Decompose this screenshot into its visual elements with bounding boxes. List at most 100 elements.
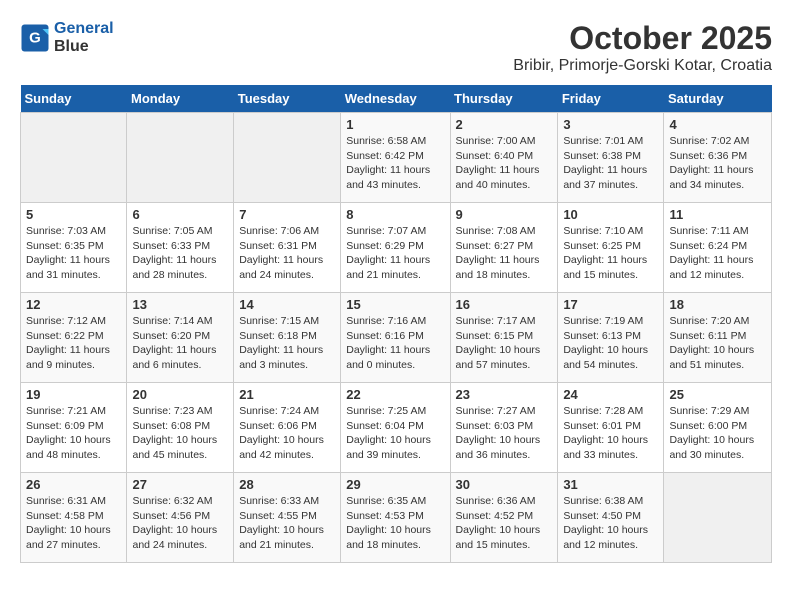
- day-detail: Sunrise: 7:21 AM Sunset: 6:09 PM Dayligh…: [26, 404, 121, 463]
- day-number: 20: [132, 387, 228, 402]
- day-number: 13: [132, 297, 228, 312]
- calendar-cell: 16Sunrise: 7:17 AM Sunset: 6:15 PM Dayli…: [450, 293, 558, 383]
- title-block: October 2025 Bribir, Primorje-Gorski Kot…: [513, 20, 772, 75]
- calendar-cell: 4Sunrise: 7:02 AM Sunset: 6:36 PM Daylig…: [664, 113, 772, 203]
- calendar-cell: 30Sunrise: 6:36 AM Sunset: 4:52 PM Dayli…: [450, 473, 558, 563]
- calendar-cell: 6 Sunrise: 7:05 AM Sunset: 6:33 PM Daylig…: [127, 203, 234, 293]
- day-number: 25: [669, 387, 766, 402]
- day-detail: Sunrise: 7:12 AM Sunset: 6:22 PM Dayligh…: [26, 314, 121, 373]
- calendar-cell: 26 Sunrise: 6:31 AM Sunset: 4:58 PM Dayli…: [21, 473, 127, 563]
- calendar-cell: [21, 113, 127, 203]
- logo-icon: G: [20, 23, 50, 53]
- calendar-cell: 3 Sunrise: 7:01 AM Sunset: 6:38 PM Daylig…: [558, 113, 664, 203]
- page-title: October 2025: [513, 20, 772, 57]
- day-number: 6: [132, 207, 228, 222]
- calendar-week-row: 1 Sunrise: 6:58 AM Sunset: 6:42 PM Daylig…: [21, 113, 772, 203]
- calendar-cell: 2Sunrise: 7:00 AM Sunset: 6:40 PM Daylig…: [450, 113, 558, 203]
- day-number: 11: [669, 207, 766, 222]
- day-detail: Sunrise: 7:20 AM Sunset: 6:11 PM Dayligh…: [669, 314, 766, 373]
- day-number: 31: [563, 477, 658, 492]
- calendar-cell: 11 Sunrise: 7:11 AM Sunset: 6:24 PM Dayli…: [664, 203, 772, 293]
- day-detail: Sunrise: 7:29 AM Sunset: 6:00 PM Dayligh…: [669, 404, 766, 463]
- day-detail: Sunrise: 7:27 AM Sunset: 6:03 PM Dayligh…: [456, 404, 553, 463]
- calendar-cell: 13Sunrise: 7:14 AM Sunset: 6:20 PM Dayli…: [127, 293, 234, 383]
- logo-text: General Blue: [54, 20, 114, 56]
- day-number: 12: [26, 297, 121, 312]
- calendar-cell: 23 Sunrise: 7:27 AM Sunset: 6:03 PM Dayli…: [450, 383, 558, 473]
- calendar-cell: 24Sunrise: 7:28 AM Sunset: 6:01 PM Dayli…: [558, 383, 664, 473]
- header-monday: Monday: [127, 85, 234, 113]
- day-number: 8: [346, 207, 444, 222]
- day-detail: Sunrise: 7:23 AM Sunset: 6:08 PM Dayligh…: [132, 404, 228, 463]
- day-detail: Sunrise: 7:25 AM Sunset: 6:04 PM Dayligh…: [346, 404, 444, 463]
- day-detail: Sunrise: 7:17 AM Sunset: 6:15 PM Dayligh…: [456, 314, 553, 373]
- day-number: 23: [456, 387, 553, 402]
- day-number: 15: [346, 297, 444, 312]
- calendar-cell: [664, 473, 772, 563]
- calendar-cell: 15 Sunrise: 7:16 AM Sunset: 6:16 PM Dayli…: [341, 293, 450, 383]
- calendar-cell: 8 Sunrise: 7:07 AM Sunset: 6:29 PM Daylig…: [341, 203, 450, 293]
- day-detail: Sunrise: 7:03 AM Sunset: 6:35 PM Dayligh…: [26, 224, 121, 283]
- calendar-cell: 5 Sunrise: 7:03 AM Sunset: 6:35 PM Daylig…: [21, 203, 127, 293]
- calendar-cell: 18Sunrise: 7:20 AM Sunset: 6:11 PM Dayli…: [664, 293, 772, 383]
- calendar-cell: 1 Sunrise: 6:58 AM Sunset: 6:42 PM Daylig…: [341, 113, 450, 203]
- header-wednesday: Wednesday: [341, 85, 450, 113]
- header-friday: Friday: [558, 85, 664, 113]
- calendar-header-row: SundayMondayTuesdayWednesdayThursdayFrid…: [21, 85, 772, 113]
- day-detail: Sunrise: 7:15 AM Sunset: 6:18 PM Dayligh…: [239, 314, 335, 373]
- calendar-cell: 28Sunrise: 6:33 AM Sunset: 4:55 PM Dayli…: [234, 473, 341, 563]
- day-detail: Sunrise: 7:08 AM Sunset: 6:27 PM Dayligh…: [456, 224, 553, 283]
- day-number: 3: [563, 117, 658, 132]
- calendar-cell: 14 Sunrise: 7:15 AM Sunset: 6:18 PM Dayli…: [234, 293, 341, 383]
- day-detail: Sunrise: 6:32 AM Sunset: 4:56 PM Dayligh…: [132, 494, 228, 553]
- day-number: 9: [456, 207, 553, 222]
- calendar-cell: [234, 113, 341, 203]
- day-number: 5: [26, 207, 121, 222]
- calendar-cell: 25 Sunrise: 7:29 AM Sunset: 6:00 PM Dayli…: [664, 383, 772, 473]
- day-detail: Sunrise: 7:28 AM Sunset: 6:01 PM Dayligh…: [563, 404, 658, 463]
- day-number: 26: [26, 477, 121, 492]
- day-number: 27: [132, 477, 228, 492]
- day-number: 14: [239, 297, 335, 312]
- calendar-cell: 22 Sunrise: 7:25 AM Sunset: 6:04 PM Dayli…: [341, 383, 450, 473]
- calendar-cell: 17 Sunrise: 7:19 AM Sunset: 6:13 PM Dayli…: [558, 293, 664, 383]
- day-detail: Sunrise: 6:31 AM Sunset: 4:58 PM Dayligh…: [26, 494, 121, 553]
- calendar-cell: 21Sunrise: 7:24 AM Sunset: 6:06 PM Dayli…: [234, 383, 341, 473]
- page-header: G General Blue October 2025 Bribir, Prim…: [20, 20, 772, 75]
- day-detail: Sunrise: 7:19 AM Sunset: 6:13 PM Dayligh…: [563, 314, 658, 373]
- day-detail: Sunrise: 7:07 AM Sunset: 6:29 PM Dayligh…: [346, 224, 444, 283]
- day-detail: Sunrise: 6:58 AM Sunset: 6:42 PM Dayligh…: [346, 134, 444, 193]
- day-number: 7: [239, 207, 335, 222]
- day-detail: Sunrise: 7:10 AM Sunset: 6:25 PM Dayligh…: [563, 224, 658, 283]
- day-detail: Sunrise: 6:38 AM Sunset: 4:50 PM Dayligh…: [563, 494, 658, 553]
- calendar-week-row: 26 Sunrise: 6:31 AM Sunset: 4:58 PM Dayli…: [21, 473, 772, 563]
- header-tuesday: Tuesday: [234, 85, 341, 113]
- day-detail: Sunrise: 6:35 AM Sunset: 4:53 PM Dayligh…: [346, 494, 444, 553]
- calendar-cell: 9 Sunrise: 7:08 AM Sunset: 6:27 PM Daylig…: [450, 203, 558, 293]
- day-number: 28: [239, 477, 335, 492]
- calendar-cell: 12 Sunrise: 7:12 AM Sunset: 6:22 PM Dayli…: [21, 293, 127, 383]
- day-number: 2: [456, 117, 553, 132]
- calendar-cell: [127, 113, 234, 203]
- day-number: 10: [563, 207, 658, 222]
- day-detail: Sunrise: 7:16 AM Sunset: 6:16 PM Dayligh…: [346, 314, 444, 373]
- calendar-cell: 19Sunrise: 7:21 AM Sunset: 6:09 PM Dayli…: [21, 383, 127, 473]
- day-number: 17: [563, 297, 658, 312]
- calendar-week-row: 5 Sunrise: 7:03 AM Sunset: 6:35 PM Daylig…: [21, 203, 772, 293]
- calendar-cell: 27 Sunrise: 6:32 AM Sunset: 4:56 PM Dayli…: [127, 473, 234, 563]
- calendar-cell: 7Sunrise: 7:06 AM Sunset: 6:31 PM Daylig…: [234, 203, 341, 293]
- header-saturday: Saturday: [664, 85, 772, 113]
- header-sunday: Sunday: [21, 85, 127, 113]
- day-number: 22: [346, 387, 444, 402]
- day-number: 1: [346, 117, 444, 132]
- calendar-table: SundayMondayTuesdayWednesdayThursdayFrid…: [20, 85, 772, 563]
- calendar-week-row: 12 Sunrise: 7:12 AM Sunset: 6:22 PM Dayli…: [21, 293, 772, 383]
- day-detail: Sunrise: 7:05 AM Sunset: 6:33 PM Dayligh…: [132, 224, 228, 283]
- svg-text:G: G: [29, 30, 41, 47]
- day-detail: Sunrise: 7:01 AM Sunset: 6:38 PM Dayligh…: [563, 134, 658, 193]
- calendar-cell: 31 Sunrise: 6:38 AM Sunset: 4:50 PM Dayli…: [558, 473, 664, 563]
- day-detail: Sunrise: 7:11 AM Sunset: 6:24 PM Dayligh…: [669, 224, 766, 283]
- logo: G General Blue: [20, 20, 114, 56]
- day-number: 30: [456, 477, 553, 492]
- header-thursday: Thursday: [450, 85, 558, 113]
